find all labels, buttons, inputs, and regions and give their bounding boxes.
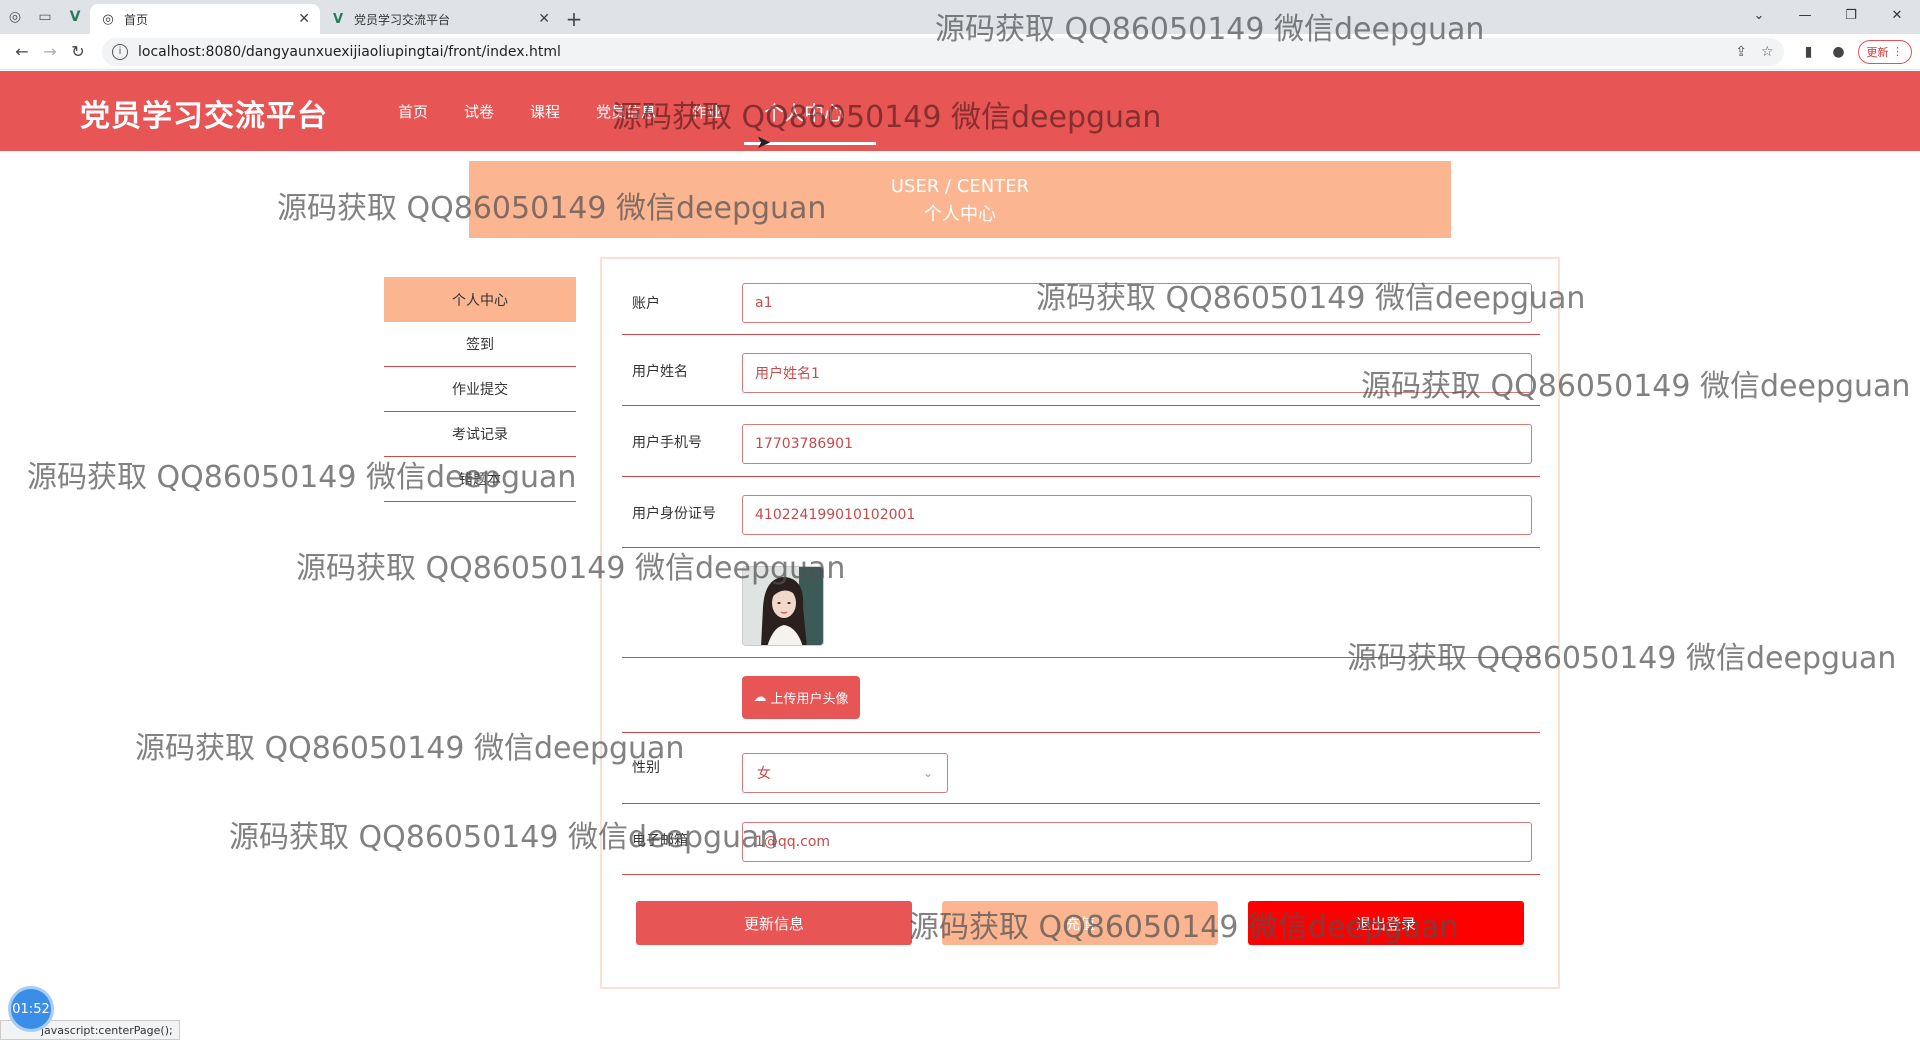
site-header: 党员学习交流平台 首页 试卷 课程 党员信息 作业 个人中心 [0, 71, 1920, 151]
close-tab-icon[interactable]: ✕ [298, 11, 310, 27]
form-row-idcard: 用户身份证号 410224199010102001 [622, 477, 1540, 548]
close-tab-icon[interactable]: ✕ [538, 11, 550, 27]
nav-courses[interactable]: 课程 [512, 71, 578, 151]
chevron-down-icon: ⌄ [922, 766, 933, 780]
user-avatar [742, 566, 824, 646]
sidemenu-item-exam-records[interactable]: 考试记录 [384, 412, 576, 457]
phone-label: 用户手机号 [632, 435, 702, 451]
email-input[interactable]: 1@qq.com [742, 822, 1532, 862]
idcard-label: 用户身份证号 [632, 506, 716, 522]
side-panel-icon[interactable]: ▮ [1794, 38, 1824, 66]
sidemenu-item-wrong-questions[interactable]: 错题本 [384, 457, 576, 502]
sidemenu-item-homework-submit[interactable]: 作业提交 [384, 367, 576, 412]
url-text[interactable]: localhost:8080/dangyaunxuexijiaoliupingt… [138, 44, 1721, 60]
back-arrow-icon[interactable]: ← [8, 38, 36, 66]
avatar-portrait-image [743, 567, 823, 645]
address-bar[interactable]: i localhost:8080/dangyaunxuexijiaoliupin… [102, 37, 1784, 66]
window-controls: ⌄ — ❐ ✕ [1736, 0, 1920, 30]
browser-tab-platform[interactable]: V 党员学习交流平台 ✕ [320, 4, 560, 34]
site-brand[interactable]: 党员学习交流平台 [80, 91, 328, 135]
banner-title-en: USER / CENTER [890, 176, 1030, 197]
tab-title: 首页 [124, 12, 149, 27]
update-label: 更新 [1866, 45, 1889, 59]
forward-arrow-icon[interactable]: → [36, 38, 64, 66]
form-row-avatar [622, 548, 1540, 658]
gender-value: 女 [757, 766, 771, 782]
nav-homework[interactable]: 作业 [674, 71, 740, 151]
form-row-gender: 性别 女 ⌄ [622, 733, 1540, 804]
browser-update-button[interactable]: 更新 ⋮ [1857, 39, 1912, 64]
minimize-icon[interactable]: — [1782, 0, 1828, 30]
form-row-account: 账户 a1 [622, 271, 1540, 335]
browser-toolbar: ← → ↻ i localhost:8080/dangyaunxuexijiao… [0, 34, 1920, 70]
gender-label: 性别 [632, 760, 660, 776]
browser-tabbar: ◎ ▭ V ◎ 首页 ✕ V 党员学习交流平台 ✕ + ⌄ — ❐ ✕ [0, 0, 1920, 34]
bookmark-star-icon[interactable]: ☆ [1761, 44, 1774, 60]
vue-icon: V [332, 11, 344, 27]
nav-papers[interactable]: 试卷 [446, 71, 512, 151]
phone-input[interactable]: 17703786901 [742, 424, 1532, 464]
form-row-upload: ☁ 上传用户头像 [622, 658, 1540, 733]
sidemenu-item-signin[interactable]: 签到 [384, 322, 576, 367]
upload-avatar-button[interactable]: ☁ 上传用户头像 [742, 676, 860, 719]
globe-icon: ◎ [102, 11, 114, 27]
reload-icon[interactable]: ↻ [64, 38, 92, 66]
form-row-name: 用户姓名 用户姓名1 [622, 335, 1540, 406]
cloud-upload-icon: ☁ [753, 690, 767, 705]
idcard-input[interactable]: 410224199010102001 [742, 495, 1532, 535]
site-info-icon[interactable]: i [112, 43, 128, 60]
name-label: 用户姓名 [632, 364, 688, 380]
recharge-button[interactable]: 充值 [942, 901, 1218, 945]
recording-timer: 01:52 [8, 986, 54, 1032]
tab-title: 党员学习交流平台 [354, 12, 451, 27]
logout-button[interactable]: 退出登录 [1248, 901, 1524, 945]
user-info-form: 账户 a1 用户姓名 用户姓名1 用户手机号 17703786901 用户身份证… [600, 257, 1560, 989]
nav-member-info[interactable]: 党员信息 [578, 71, 674, 151]
browser-tab-home[interactable]: ◎ 首页 ✕ [90, 4, 320, 34]
restore-icon[interactable]: ❐ [1828, 0, 1874, 30]
close-window-icon[interactable]: ✕ [1874, 0, 1920, 30]
name-input[interactable]: 用户姓名1 [742, 353, 1532, 393]
tab-search-chevron-icon[interactable]: ⌄ [1736, 0, 1782, 30]
side-menu: 个人中心 签到 作业提交 考试记录 错题本 [384, 277, 576, 502]
pinned-tab-page-icon[interactable]: ▭ [30, 0, 60, 34]
update-info-button[interactable]: 更新信息 [636, 901, 912, 945]
email-label: 电子邮箱 [632, 833, 688, 849]
banner-title-cn: 个人中心 [924, 204, 996, 225]
account-input[interactable]: a1 [742, 283, 1532, 323]
mouse-cursor-icon: ➤ [756, 132, 772, 153]
main-nav: 首页 试卷 课程 党员信息 作业 个人中心 [380, 71, 877, 151]
sidemenu-item-user-center[interactable]: 个人中心 [384, 277, 576, 322]
pinned-tab-vue-icon[interactable]: V [60, 0, 90, 34]
pinned-tab-globe-icon[interactable]: ◎ [0, 0, 30, 34]
page-banner: USER / CENTER 个人中心 [469, 161, 1451, 238]
nav-home[interactable]: 首页 [380, 71, 446, 151]
form-row-email: 电子邮箱 1@qq.com [622, 804, 1540, 875]
new-tab-plus-icon[interactable]: + [560, 4, 588, 34]
upload-avatar-label: 上传用户头像 [770, 692, 849, 707]
profile-avatar-icon[interactable]: ● [1824, 38, 1854, 66]
form-row-phone: 用户手机号 17703786901 [622, 406, 1540, 477]
gender-select[interactable]: 女 ⌄ [742, 753, 948, 793]
share-icon[interactable]: ⇪ [1735, 44, 1747, 60]
account-label: 账户 [632, 296, 660, 312]
